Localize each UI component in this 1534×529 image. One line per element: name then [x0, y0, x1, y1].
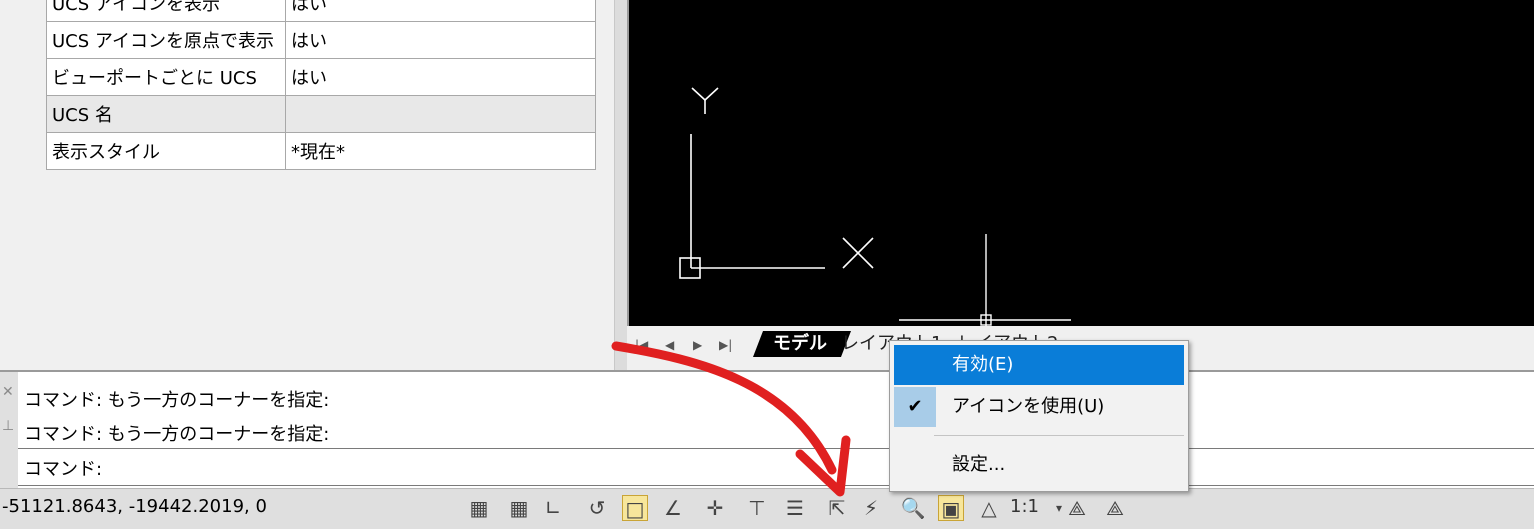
command-input[interactable]: コマンド: [18, 448, 1534, 486]
first-tab-icon[interactable]: |◀ [635, 338, 648, 352]
panel-splitter[interactable] [614, 0, 627, 370]
property-key: UCS アイコンを原点で表示 [46, 21, 286, 59]
property-key: UCS アイコンを表示 [46, 0, 286, 22]
grid-display-icon[interactable]: ▦ [466, 495, 492, 521]
menu-item-label: アイコンを使用(U) [952, 396, 1105, 417]
polar-tracking-icon[interactable]: ↺ [584, 495, 610, 521]
zoom-icon[interactable]: 🔍 [900, 495, 926, 521]
property-row[interactable]: UCS 名 [46, 95, 596, 133]
coordinates-readout: -51121.8643, -19442.2019, 0 [2, 496, 267, 517]
next-tab-icon[interactable]: ▶ [693, 338, 702, 352]
property-key: UCS 名 [46, 95, 286, 133]
menu-item-label: 有効(E) [952, 354, 1014, 375]
property-row[interactable]: UCS アイコンを原点で表示 はい [46, 21, 596, 59]
pin-icon[interactable]: ⊥ [2, 418, 14, 434]
menu-item-label: 設定... [952, 454, 1006, 475]
dynamic-input-icon[interactable]: ⊤ [744, 495, 770, 521]
property-value[interactable]: はい [285, 58, 596, 96]
property-value[interactable]: *現在* [285, 132, 596, 170]
property-value[interactable]: はい [285, 21, 596, 59]
checkmark-icon: ✔ [894, 387, 936, 427]
ucs-icon-toggle-icon[interactable]: ⚡ [858, 495, 884, 521]
tab-model[interactable]: モデル [753, 331, 851, 357]
command-window-handle[interactable]: ✕ ⊥ [0, 372, 18, 488]
property-key: ビューポートごとに UCS [46, 58, 286, 96]
property-value[interactable] [285, 95, 596, 133]
property-row[interactable]: ビューポートごとに UCS はい [46, 58, 596, 96]
object-snap-icon[interactable]: □ [622, 495, 648, 521]
command-window: ✕ ⊥ コマンド: もう一方のコーナーを指定: コマンド: もう一方のコーナーを… [0, 370, 1534, 490]
menu-item-settings[interactable]: 設定... [894, 445, 1184, 485]
property-row[interactable]: UCS アイコンを表示 はい [46, 0, 596, 22]
property-value[interactable]: はい [285, 0, 596, 22]
crosshair-cursor [899, 234, 1071, 326]
properties-panel: UCS アイコンを表示 はい UCS アイコンを原点で表示 はい ビューポートご… [0, 0, 614, 370]
last-tab-icon[interactable]: ▶| [719, 338, 732, 352]
command-history-line: コマンド: もう一方のコーナーを指定: [24, 390, 330, 411]
property-key: 表示スタイル [46, 132, 286, 170]
command-history-line: コマンド: もう一方のコーナーを指定: [24, 424, 330, 445]
ucs-icon-context-menu: 有効(E) ✔ アイコンを使用(U) 設定... [889, 340, 1189, 492]
snap-mode-icon[interactable]: ▦ [506, 495, 532, 521]
menu-item-use-icon[interactable]: ✔ アイコンを使用(U) [894, 387, 1184, 427]
workspace-switch-icon[interactable]: ⟁ [1102, 495, 1128, 521]
dynamic-ucs-icon[interactable]: ✛ [702, 495, 728, 521]
viewport-canvas[interactable]: Y X [629, 0, 1534, 326]
annotation-autoscale-icon[interactable]: ⟁ [1064, 495, 1090, 521]
menu-item-enable[interactable]: 有効(E) [894, 345, 1184, 385]
command-prompt: コマンド: [24, 459, 103, 480]
annotation-visibility-icon[interactable]: △ [976, 495, 1002, 521]
prev-tab-icon[interactable]: ◀ [665, 338, 674, 352]
drawing-viewport[interactable]: Y X [627, 0, 1534, 326]
ortho-mode-icon[interactable]: ∟ [540, 495, 566, 521]
lineweight-icon[interactable]: ☰ [782, 495, 808, 521]
close-icon[interactable]: ✕ [2, 384, 14, 400]
property-row[interactable]: 表示スタイル *現在* [46, 132, 596, 170]
quick-view-layouts-icon[interactable]: ▣ [938, 495, 964, 521]
properties-table: UCS アイコンを表示 はい UCS アイコンを原点で表示 はい ビューポートご… [46, 0, 596, 170]
status-bar: -51121.8643, -19442.2019, 0 ▦ ▦ ∟ ↺ □ ∠ … [0, 488, 1534, 529]
menu-separator [934, 435, 1184, 436]
object-snap-tracking-icon[interactable]: ∠ [660, 495, 686, 521]
ucs-icon [679, 87, 874, 279]
selection-cycling-icon[interactable]: ⇱ [824, 495, 850, 521]
annotation-scale[interactable]: 1:1 [1010, 496, 1039, 517]
